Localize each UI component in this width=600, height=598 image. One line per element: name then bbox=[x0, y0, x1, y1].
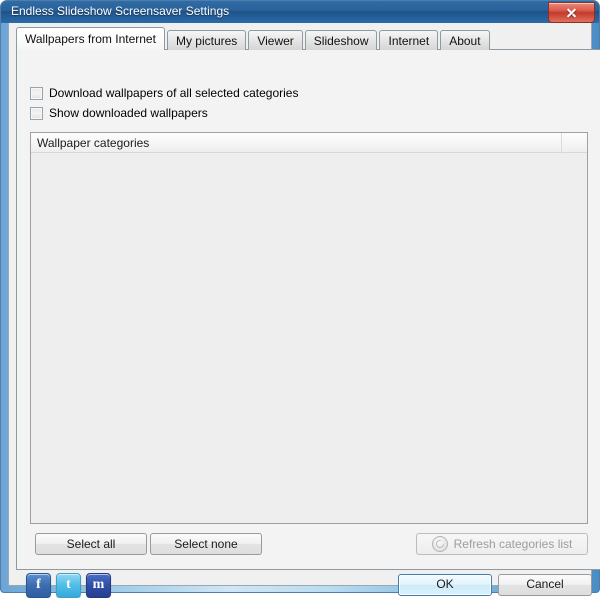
tab-about[interactable]: About bbox=[440, 30, 490, 50]
title-bar: Endless Slideshow Screensaver Settings bbox=[1, 1, 599, 23]
tab-viewer[interactable]: Viewer bbox=[248, 30, 303, 50]
twitter-glyph: t bbox=[66, 577, 71, 592]
column-header-wallpaper-categories[interactable]: Wallpaper categories bbox=[31, 133, 562, 153]
checkbox-show-downloaded[interactable] bbox=[30, 106, 43, 120]
refresh-categories-list-button[interactable]: Refresh categories list bbox=[416, 533, 588, 555]
dialog-footer: f t m OK Cancel bbox=[9, 571, 592, 598]
facebook-glyph: f bbox=[36, 577, 41, 592]
tab-wallpapers-from-internet[interactable]: Wallpapers from Internet bbox=[16, 27, 165, 50]
column-header-filler[interactable] bbox=[562, 133, 587, 153]
settings-window: Endless Slideshow Screensaver Settings W… bbox=[0, 0, 600, 598]
select-none-button[interactable]: Select none bbox=[150, 533, 262, 555]
list-header: Wallpaper categories bbox=[31, 133, 587, 153]
tab-my-pictures[interactable]: My pictures bbox=[166, 30, 247, 50]
refresh-icon bbox=[431, 536, 448, 552]
refresh-categories-list-label: Refresh categories list bbox=[453, 537, 573, 551]
select-all-button[interactable]: Select all bbox=[35, 533, 147, 555]
checkbox-row-show-downloaded[interactable]: Show downloaded wallpapers bbox=[30, 106, 208, 120]
tab-slideshow[interactable]: Slideshow bbox=[304, 30, 378, 50]
checkbox-download-all-label: Download wallpapers of all selected cate… bbox=[49, 86, 299, 100]
myspace-glyph: m bbox=[92, 577, 105, 592]
client-area: Wallpapers from Internet My pictures Vie… bbox=[8, 23, 600, 598]
list-body[interactable] bbox=[31, 153, 587, 523]
tab-strip: Wallpapers from Internet My pictures Vie… bbox=[16, 27, 583, 50]
twitter-icon[interactable]: t bbox=[56, 573, 81, 598]
checkbox-download-all[interactable] bbox=[30, 86, 43, 100]
wallpaper-categories-list[interactable]: Wallpaper categories bbox=[30, 132, 588, 524]
facebook-icon[interactable]: f bbox=[26, 573, 51, 598]
tab-internet[interactable]: Internet bbox=[379, 30, 439, 50]
checkbox-show-downloaded-label: Show downloaded wallpapers bbox=[49, 106, 208, 120]
tab-panel-wallpapers-from-internet: Download wallpapers of all selected cate… bbox=[16, 49, 600, 570]
close-icon[interactable] bbox=[548, 2, 595, 23]
checkbox-row-download-all[interactable]: Download wallpapers of all selected cate… bbox=[30, 86, 298, 100]
myspace-icon[interactable]: m bbox=[86, 573, 111, 598]
window-title: Endless Slideshow Screensaver Settings bbox=[11, 4, 230, 18]
